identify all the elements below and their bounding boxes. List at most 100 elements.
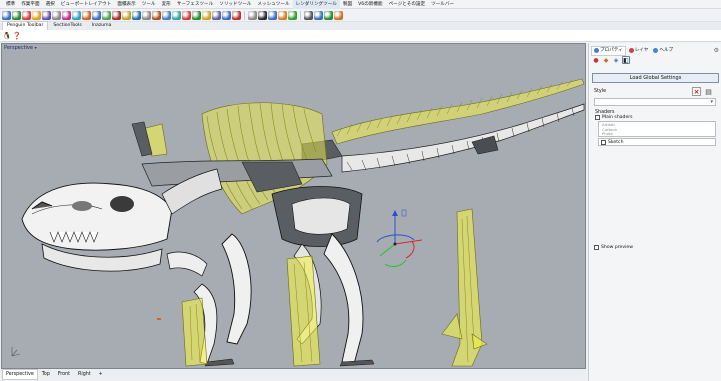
toolbar-tool-icon[interactable] (192, 10, 201, 20)
viewport-tab[interactable]: Perspective (2, 368, 38, 380)
menu-item[interactable]: V6の新機能 (355, 0, 385, 9)
toolbar-tool-icon[interactable] (52, 10, 61, 20)
toolbar-tab[interactable]: Penguin Toolbar (2, 21, 49, 30)
help-circle-icon[interactable]: ❓ (13, 32, 22, 40)
sketch-checkbox[interactable]: Sketch (598, 138, 716, 146)
menubar: 標準 作業平面 選択 ビューポートレイアウト 面積表示 ツール 変形 サーフェスツール ソリッド… (0, 0, 721, 9)
menu-item[interactable]: 選択 (43, 0, 58, 9)
texture-icon[interactable]: ◈ (612, 56, 620, 64)
style-label: Style (594, 89, 607, 94)
toolbar-tool-icon[interactable] (232, 10, 241, 20)
toolbar-tool-icon[interactable] (122, 10, 131, 20)
menu-item[interactable]: ソリッドツール (216, 0, 254, 9)
main-shaders-label: Main shaders (602, 115, 633, 120)
load-global-settings-button[interactable]: Load Global Settings (592, 73, 719, 83)
toolbar-tool-icon[interactable] (22, 10, 31, 20)
checkbox[interactable] (601, 139, 606, 145)
panel-tabs: プロパティ レイヤ ヘルプ (591, 45, 720, 56)
toolbar-tool-icon[interactable] (182, 10, 191, 20)
toolbar-tool-icon[interactable] (278, 10, 287, 20)
layers-icon (628, 48, 634, 53)
viewport-tabs: Perspective Top Front Right + (1, 368, 586, 380)
toolbar-tool-icon[interactable] (202, 10, 211, 20)
toolbar-tool-icon[interactable] (314, 10, 323, 20)
main-shaders-checkbox[interactable]: Main shaders (595, 115, 633, 120)
menu-item[interactable]: 作業平面 (18, 0, 42, 9)
viewport-label[interactable]: Perspective ▾ (4, 45, 37, 51)
gear-icon[interactable]: ⚙ (714, 47, 719, 54)
toolbar-separator (244, 10, 245, 20)
style-dropdown[interactable]: ▾ (594, 98, 716, 106)
menu-item[interactable]: 面積表示 (114, 0, 138, 9)
toolbar-tab[interactable]: Inazuma (87, 21, 117, 30)
checkbox[interactable] (594, 245, 599, 250)
shader-option[interactable]: Photo (602, 132, 712, 137)
show-preview-label: Show preview (601, 245, 633, 250)
toolbar-separator (300, 10, 301, 20)
penguin-render-icon[interactable]: ◧ (622, 56, 630, 64)
toolbar-tool-icon[interactable] (112, 10, 121, 20)
color-wheel-icon[interactable]: ● (592, 56, 600, 64)
checkbox[interactable] (595, 115, 600, 120)
toolbar-tool-icon[interactable] (304, 10, 313, 20)
toolbar-tool-icon[interactable] (92, 10, 101, 20)
help-icon (653, 48, 659, 53)
panel-tab-label: プロパティ (600, 47, 623, 53)
viewport-menu-arrow-icon[interactable]: ▾ (35, 45, 37, 50)
menu-item[interactable]: 製図 (340, 0, 355, 9)
toolbar-tool-icon[interactable] (132, 10, 141, 20)
toolbar-tool-icon[interactable] (102, 10, 111, 20)
toolbar-tab[interactable]: SectionTools (48, 21, 86, 30)
delete-style-icon[interactable]: × (692, 87, 701, 96)
toolbar-tool-icon[interactable] (72, 10, 81, 20)
menu-item[interactable]: 変形 (159, 0, 174, 9)
toolbar-tool-icon[interactable] (212, 10, 221, 20)
toolbar-tool-icon[interactable] (288, 10, 297, 20)
trex-skeleton-scene[interactable] (2, 44, 586, 369)
toolbar-tool-icon[interactable] (268, 10, 277, 20)
panel-tab[interactable]: プロパティ (591, 45, 626, 56)
copy-style-icon[interactable]: ▤ (704, 87, 713, 96)
toolbar-tool-icon[interactable] (334, 10, 343, 20)
menu-item[interactable]: ページとその設定 (386, 0, 429, 9)
toolbar-tool-icon[interactable] (2, 10, 11, 20)
toolbar-tool-icon[interactable] (222, 10, 231, 20)
menu-item[interactable]: 標準 (3, 0, 18, 9)
toolbar-tool-icon[interactable] (12, 10, 21, 20)
viewport-tab[interactable]: Right (74, 369, 95, 380)
toolbar-tool-icon[interactable] (82, 10, 91, 20)
panel-tab[interactable]: レイヤ (627, 47, 651, 55)
add-viewport-tab-icon[interactable]: + (95, 369, 107, 380)
panel-tab-label: ヘルプ (659, 47, 674, 53)
viewport-tab[interactable]: Front (54, 369, 74, 380)
material-icon[interactable]: ◆ (602, 56, 610, 64)
toolbar-tool-icon[interactable] (42, 10, 51, 20)
toolbar-tool-icon[interactable] (162, 10, 171, 20)
toolbar-tool-icon[interactable] (152, 10, 161, 20)
panel-tab[interactable]: ヘルプ (651, 47, 675, 55)
toolbar-tool-icon[interactable] (258, 10, 267, 20)
toolbar-tool-icon[interactable] (142, 10, 151, 20)
show-preview-checkbox[interactable]: Show preview (594, 245, 633, 250)
menu-item[interactable]: ツール (139, 0, 159, 9)
left-leg (221, 233, 252, 345)
toolbar-tool-icon[interactable] (324, 10, 333, 20)
menu-item[interactable]: サーフェスツール (174, 0, 216, 9)
shader-list[interactable]: Artistic Cartoon Photo (598, 121, 716, 137)
sketch-label: Sketch (608, 139, 624, 145)
menu-item[interactable]: ツールバー (428, 0, 457, 9)
world-axes-icon (11, 347, 21, 357)
menu-item[interactable]: ビューポートレイアウト (58, 0, 115, 9)
toolbar-tool-icon[interactable] (32, 10, 41, 20)
perspective-viewport[interactable]: Perspective ▾ (1, 43, 586, 369)
properties-panel: プロパティ レイヤ ヘルプ ⚙ ● ◆ ◈ ◧ Load Global Settin… (588, 43, 721, 381)
menu-item[interactable]: メッシュツール (254, 0, 292, 9)
menu-item[interactable]: レンダリングツール (292, 0, 340, 9)
toolbar-tool-icon[interactable] (172, 10, 181, 20)
penguin-icon[interactable]: 🐧 (3, 32, 12, 40)
toolbar-tool-icon[interactable] (62, 10, 71, 20)
chevron-down-icon: ▾ (710, 99, 713, 105)
viewport-tab[interactable]: Top (38, 369, 54, 380)
properties-icon (594, 48, 599, 53)
toolbar-tool-icon[interactable] (248, 10, 257, 20)
